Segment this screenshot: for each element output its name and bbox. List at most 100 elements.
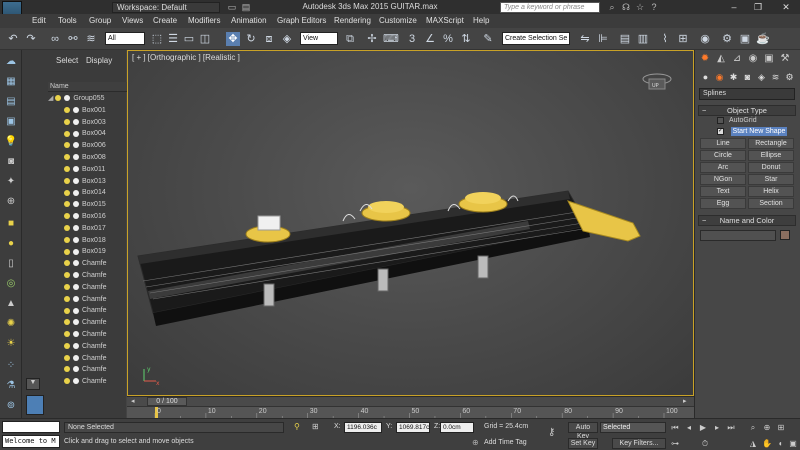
add-time-tag-button[interactable]: Add Time Tag [484,439,527,446]
help-icon[interactable]: ? [648,2,660,12]
light-bulb-icon[interactable] [64,165,70,172]
freeze-icon[interactable] [64,95,71,102]
time-tag-icon[interactable]: ⊕ [472,438,479,447]
tree-item-row[interactable]: Chamfe [48,258,136,270]
absolute-mode-icon[interactable]: ⊞ [312,422,319,431]
teapot-icon[interactable]: ☀ [4,338,18,350]
percent-snap-icon[interactable]: % [441,32,455,46]
undo-icon[interactable]: ↶ [6,32,20,46]
menu-edit[interactable]: Edit [32,15,46,27]
freeze-icon[interactable] [73,201,79,208]
helix-button[interactable]: Helix [748,186,794,197]
maxscript-output[interactable]: Welcome to M [2,435,60,448]
scroll-down-icon[interactable]: ▼ [26,378,40,390]
freeze-icon[interactable] [73,165,79,172]
angle-snap-icon[interactable]: ∠ [423,32,437,46]
prev-frame-icon[interactable]: ◂ [131,397,135,405]
donut-button[interactable]: Donut [748,162,794,173]
render-icon[interactable]: ☕ [756,32,770,46]
light-bulb-icon[interactable] [64,260,70,267]
freeze-icon[interactable] [73,283,79,290]
layer-explorer-icon[interactable]: ▤ [618,32,632,46]
freeze-icon[interactable] [73,295,79,302]
freeze-icon[interactable] [73,272,79,279]
display-tab-icon[interactable]: ▣ [762,52,776,66]
torus-icon[interactable]: ◎ [4,278,18,290]
helpers-sub-icon[interactable]: ◈ [755,70,768,84]
spacewarps-sub-icon[interactable]: ≋ [769,70,782,84]
tree-item-row[interactable]: Box015 [48,199,136,211]
workspace-dropdown[interactable]: Workspace: Default [112,2,220,13]
light-bulb-icon[interactable] [64,366,70,373]
tree-item-row[interactable]: Chamfe [48,376,136,388]
select-scale-icon[interactable]: ⧈ [262,32,276,46]
start-new-shape-button[interactable]: Start New Shape [731,127,787,136]
next-key-icon[interactable]: ▸ [712,423,722,433]
box-icon[interactable]: ■ [4,218,18,230]
orbit-icon[interactable]: ◐ [776,439,786,449]
community-icon[interactable]: ☊ [620,2,632,12]
layers-icon[interactable]: ▤ [4,96,18,108]
zoom-icon[interactable]: ⌕ [748,423,758,433]
lights-icon[interactable]: 💡 [4,136,18,148]
menu-group[interactable]: Group [89,15,111,27]
light-bulb-icon[interactable] [64,295,70,302]
tab-display[interactable]: Display [86,56,112,65]
freeze-icon[interactable] [73,142,79,149]
light-bulb-icon[interactable] [64,236,70,243]
cameras-icon[interactable]: ◙ [4,156,18,168]
mirror-icon[interactable]: ⇋ [578,32,592,46]
light-bulb-icon[interactable] [64,177,70,184]
object-name-input[interactable] [700,230,776,241]
key-icon[interactable]: ⚷ [548,427,555,438]
reference-coordinate-dropdown[interactable]: View [300,32,338,45]
curve-editor-icon[interactable]: ⌇ [658,32,672,46]
menu-animation[interactable]: Animation [231,15,267,27]
freeze-icon[interactable] [73,213,79,220]
containers-icon[interactable]: ⊚ [4,400,18,412]
next-frame-icon[interactable]: ▸ [683,397,687,405]
track-bar[interactable]: 0 10 20 30 40 50 60 70 80 90 100 [127,406,694,419]
z-coordinate-field[interactable]: 0.0cm [440,422,474,433]
tree-group-row[interactable]: ◢ Group055 [48,93,136,105]
light-bulb-icon[interactable] [64,319,70,326]
tree-item-row[interactable]: Chamfe [48,282,136,294]
display-icon[interactable]: ▣ [4,116,18,128]
place-icon[interactable]: ◈ [280,32,294,46]
key-selection-dropdown[interactable]: Selected [600,422,666,433]
freeze-icon[interactable] [73,224,79,231]
light-bulb-icon[interactable] [64,189,70,196]
light-bulb-icon[interactable] [64,213,70,220]
time-slider-thumb[interactable]: 0 / 100 [147,397,187,406]
tree-item-row[interactable]: Box016 [48,211,136,223]
freeze-icon[interactable] [73,260,79,267]
rollout-collapse-icon[interactable]: − [702,216,706,225]
named-selection-dropdown[interactable]: Create Selection Se [502,32,570,45]
create-geometry-icon[interactable]: ☁ [4,56,18,68]
search-input[interactable]: Type a keyword or phrase [500,2,600,13]
light-bulb-icon[interactable] [64,378,70,385]
tree-item-row[interactable]: Box017 [48,223,136,235]
object-color-swatch[interactable] [780,230,790,240]
spacewarps-icon[interactable]: ⊕ [4,196,18,208]
field-of-view-icon[interactable]: ◮ [748,439,758,449]
window-crossing-icon[interactable]: ◫ [198,32,212,46]
freeze-icon[interactable] [73,342,79,349]
auto-key-button[interactable]: Auto Key [568,422,598,440]
freeze-icon[interactable] [73,130,79,137]
menu-create[interactable]: Create [153,15,177,27]
menu-tools[interactable]: Tools [58,15,77,27]
set-key-button[interactable]: Set Key [568,438,598,449]
light-bulb-icon[interactable] [64,130,70,137]
menu-customize[interactable]: Customize [379,15,417,27]
motion-tab-icon[interactable]: ◉ [746,52,760,66]
unlink-icon[interactable]: ⚯ [66,32,80,46]
keyboard-shortcut-icon[interactable]: ⌨ [383,32,399,46]
menu-rendering[interactable]: Rendering [334,15,371,27]
selection-region-icon[interactable]: ▭ [182,32,196,46]
light-bulb-icon[interactable] [64,283,70,290]
snaps-toggle-icon[interactable]: 3 [405,32,419,46]
maximize-viewport-icon[interactable]: ▣ [788,439,798,449]
light-bulb-icon[interactable] [64,272,70,279]
utilities-tab-icon[interactable]: ⚒ [778,52,792,66]
